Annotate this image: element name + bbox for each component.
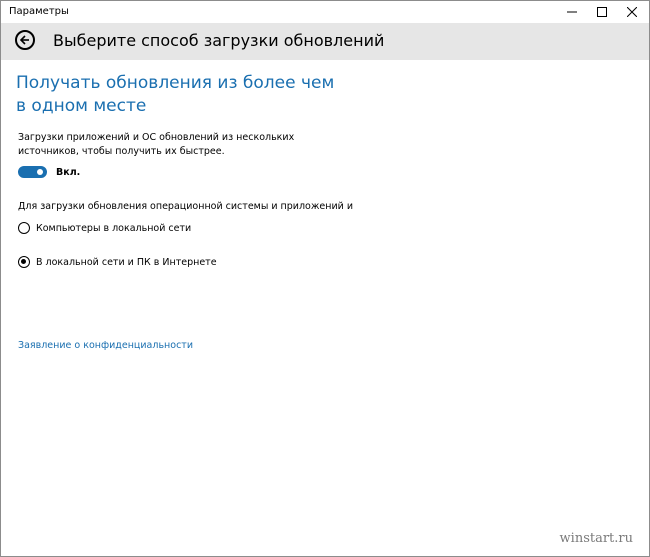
- toggle-state-label: Вкл.: [56, 167, 81, 178]
- close-icon: [627, 7, 637, 17]
- source-group-label: Для загрузки обновления операционной сис…: [18, 201, 353, 212]
- watermark: winstart.ru: [559, 531, 633, 546]
- privacy-statement-link[interactable]: Заявление о конфиденциальности: [18, 340, 193, 351]
- radio-button-unchecked[interactable]: [18, 222, 30, 234]
- back-arrow-icon: [20, 35, 29, 45]
- back-button[interactable]: [15, 30, 35, 50]
- radio-label: В локальной сети и ПК в Интернете: [36, 256, 217, 268]
- window-title: Параметры: [9, 6, 69, 17]
- section-title: Получать обновления из более чем в одном…: [16, 73, 335, 116]
- page-title: Выберите способ загрузки обновлений: [53, 31, 385, 50]
- section-description: Загрузки приложений и ОС обновлений из н…: [18, 132, 295, 157]
- minimize-button[interactable]: [557, 1, 587, 23]
- radio-option-local-network[interactable]: Компьютеры в локальной сети: [18, 222, 191, 234]
- page-header: Выберите способ загрузки обновлений: [1, 23, 649, 60]
- close-button[interactable]: [617, 1, 647, 23]
- delivery-optimization-toggle[interactable]: [18, 166, 47, 178]
- radio-button-checked[interactable]: [18, 256, 30, 268]
- title-bar[interactable]: Параметры: [1, 1, 649, 23]
- maximize-button[interactable]: [587, 1, 617, 23]
- settings-window: Параметры Выберите способ загрузки обнов…: [0, 0, 650, 557]
- radio-option-local-and-internet[interactable]: В локальной сети и ПК в Интернете: [18, 256, 217, 268]
- radio-label: Компьютеры в локальной сети: [36, 222, 192, 234]
- toggle-knob: [37, 169, 43, 175]
- maximize-icon: [597, 7, 607, 17]
- minimize-icon: [567, 11, 577, 13]
